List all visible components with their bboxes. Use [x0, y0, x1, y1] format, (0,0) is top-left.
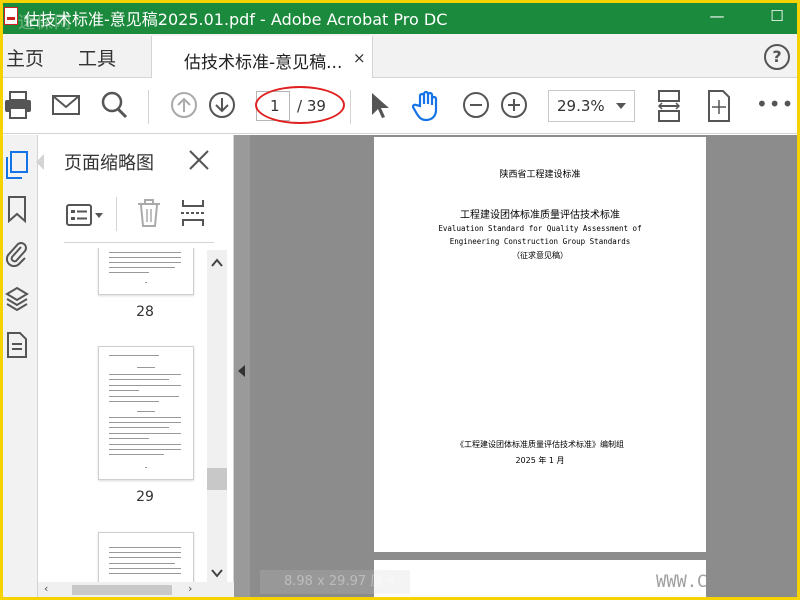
previous-page-icon[interactable] — [170, 90, 198, 124]
collapse-panel-arrow-icon[interactable] — [238, 365, 245, 377]
thumbnail-panel: 页面缩略图 28 29 ‹ › — [38, 135, 234, 597]
hand-tool-icon[interactable] — [411, 90, 442, 126]
close-panel-button[interactable] — [188, 149, 210, 171]
chevron-right-icon[interactable]: › — [188, 582, 192, 595]
tab-bar: 主页 工具 估技术标准-意见稿... × ? — [0, 34, 800, 79]
print-icon[interactable] — [4, 90, 32, 124]
pdf-page-1[interactable]: 陕西省工程建设标准 工程建设团体标准质量评估技术标准 Evaluation St… — [374, 137, 706, 552]
acrobat-app-icon — [4, 7, 18, 25]
search-icon[interactable] — [100, 90, 128, 124]
title-bar: 估技术标准-意见稿2025.01.pdf - Adobe Acrobat Pro… — [0, 0, 800, 34]
site-watermark: WWW.C — [656, 572, 708, 592]
highlight-annotation-oval — [255, 86, 345, 124]
more-tools-button[interactable]: ••• — [756, 92, 794, 116]
watermark: 速保网 — [18, 13, 72, 33]
close-tab-button[interactable]: × — [353, 49, 366, 67]
thumbnail-page-29[interactable] — [98, 346, 194, 480]
main-toolbar: 1 / 39 29.3% ••• — [0, 78, 800, 134]
fit-page-icon[interactable] — [656, 90, 682, 126]
next-page-icon[interactable] — [208, 90, 236, 124]
thumbnail-horizontal-scrollbar[interactable]: ‹ › — [38, 582, 234, 597]
tab-document[interactable]: 估技术标准-意见稿... × — [151, 36, 373, 79]
document-view[interactable]: 陕西省工程建设标准 工程建设团体标准质量评估技术标准 Evaluation St… — [234, 135, 797, 600]
delete-page-icon[interactable] — [136, 198, 162, 232]
toolbar-divider — [350, 90, 351, 124]
document-title-en-2: Engineering Construction Group Standards — [449, 237, 631, 246]
zoom-out-icon[interactable] — [462, 90, 490, 124]
help-button[interactable]: ? — [764, 44, 790, 70]
page-size-status: 8.98 x 29.97 厘米 — [260, 570, 410, 594]
panel-title: 页面缩略图 — [64, 153, 154, 174]
attachment-icon[interactable] — [5, 239, 29, 268]
minimize-button[interactable]: — — [702, 5, 732, 27]
document-org: 陕西省工程建设标准 — [499, 170, 581, 180]
thumbnail-label-28: 28 — [136, 304, 154, 320]
chevron-down-icon[interactable] — [211, 564, 223, 578]
zoom-level-dropdown[interactable]: 29.3% — [548, 90, 635, 122]
thumbnail-list: 28 29 — [58, 248, 208, 584]
layers-icon[interactable] — [5, 285, 29, 313]
panel-toolbar-divider — [116, 197, 117, 231]
thumbnail-vertical-scrollbar[interactable] — [207, 250, 227, 582]
document-date: 2025 年 1 月 — [515, 456, 565, 465]
sidebar-rail — [0, 135, 38, 597]
horizontal-scrollbar-thumb[interactable] — [72, 585, 172, 595]
thumbnail-page-28[interactable] — [98, 248, 194, 295]
document-compiler: 《工程建设团体标准质量评估技术标准》编制组 — [456, 440, 624, 449]
full-screen-icon[interactable] — [706, 90, 732, 126]
page-thumbnails-icon[interactable] — [5, 151, 29, 179]
tab-tools[interactable]: 工具 — [78, 44, 116, 71]
thumbnail-options-icon[interactable] — [66, 202, 106, 232]
tab-home[interactable]: 主页 — [6, 44, 44, 71]
chevron-down-icon — [616, 103, 626, 109]
chevron-left-icon[interactable]: ‹ — [44, 582, 48, 595]
thumbnail-page-30[interactable] — [98, 532, 194, 584]
insert-page-icon[interactable] — [180, 198, 206, 232]
email-icon[interactable] — [52, 90, 80, 124]
document-title-cn: 工程建设团体标准质量评估技术标准 — [460, 210, 620, 221]
toolbar-divider — [148, 90, 149, 124]
select-cursor-icon[interactable] — [368, 90, 392, 124]
active-panel-pointer — [36, 154, 44, 170]
maximize-button[interactable]: ☐ — [762, 5, 792, 27]
document-properties-icon[interactable] — [5, 331, 29, 359]
document-draft-note: （征求意见稿） — [512, 251, 568, 260]
vertical-scrollbar-thumb[interactable] — [207, 468, 227, 490]
zoom-level-value: 29.3% — [557, 97, 605, 115]
panel-collapse-strip[interactable] — [234, 135, 250, 597]
document-title-en-1: Evaluation Standard for Quality Assessme… — [438, 224, 642, 233]
document-tab-label: 估技术标准-意见稿... — [184, 53, 343, 73]
window-title: 估技术标准-意见稿2025.01.pdf - Adobe Acrobat Pro… — [24, 10, 448, 29]
bookmark-icon[interactable] — [5, 195, 29, 224]
thumbnail-label-29: 29 — [136, 489, 154, 505]
zoom-in-icon[interactable] — [500, 90, 528, 124]
chevron-up-icon[interactable] — [211, 254, 223, 267]
panel-toolbar — [64, 193, 214, 243]
